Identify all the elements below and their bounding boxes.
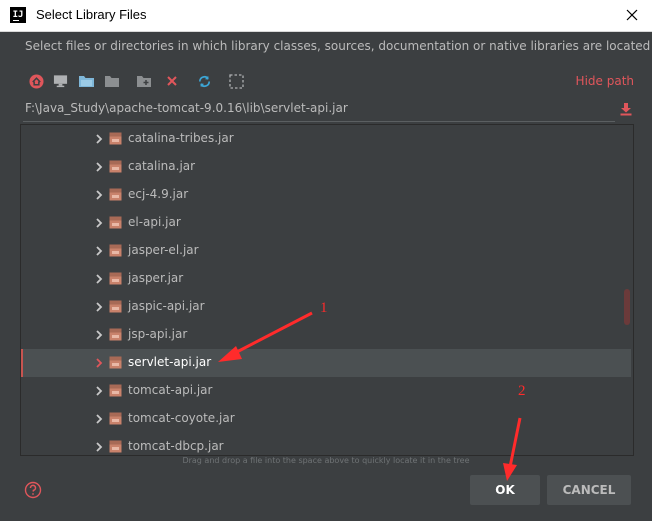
jar-file-icon	[109, 188, 122, 201]
tree-row-label: jasper-el.jar	[128, 243, 199, 257]
tree-row[interactable]: tomcat-coyote.jar	[21, 405, 631, 433]
tree-row[interactable]: catalina.jar	[21, 153, 631, 181]
show-hidden-icon	[228, 73, 244, 89]
tree-row-label: tomcat-api.jar	[128, 383, 213, 397]
intellij-app-icon: IJ	[10, 7, 26, 23]
chevron-right-icon[interactable]	[94, 161, 104, 173]
selection-marker	[21, 349, 23, 377]
tree-row-label: jasper.jar	[128, 271, 184, 285]
tree-row-label: tomcat-dbcp.jar	[128, 439, 224, 453]
chevron-right-icon[interactable]	[94, 133, 104, 145]
refresh-icon	[198, 75, 210, 87]
tree-row[interactable]: servlet-api.jar	[21, 349, 631, 377]
tree-row-label: jaspic-api.jar	[128, 299, 205, 313]
title-bar: IJ Select Library Files	[0, 0, 652, 32]
jar-file-icon	[109, 384, 122, 397]
tree-row-label: jsp-api.jar	[128, 327, 188, 341]
new-folder-button[interactable]	[135, 72, 153, 90]
chevron-right-icon[interactable]	[94, 441, 104, 453]
jar-file-icon	[109, 132, 122, 145]
annotation-label-2: 2	[518, 383, 526, 399]
tree-row-label: servlet-api.jar	[128, 355, 212, 369]
tree-row[interactable]: tomcat-api.jar	[21, 377, 631, 405]
dialog-description: Select files or directories in which lib…	[25, 39, 651, 53]
jar-file-icon	[109, 272, 122, 285]
tree-row[interactable]: tomcat-dbcp.jar	[21, 433, 631, 455]
path-input-underline	[23, 121, 615, 122]
jar-file-icon	[109, 160, 122, 173]
help-icon	[24, 481, 42, 499]
cancel-button[interactable]: CANCEL	[547, 475, 631, 505]
refresh-button[interactable]	[195, 72, 213, 90]
new-folder-icon	[137, 76, 151, 87]
chevron-right-icon[interactable]	[94, 301, 104, 313]
tree-row[interactable]: jasper.jar	[21, 265, 631, 293]
file-tree[interactable]: catalina-tribes.jar catalina.jar ecj-4.9.j…	[20, 124, 634, 456]
download-icon	[620, 103, 632, 116]
tree-row[interactable]: jasper-el.jar	[21, 237, 631, 265]
chevron-right-icon[interactable]	[94, 245, 104, 257]
close-button[interactable]	[622, 5, 642, 25]
home-button[interactable]	[27, 72, 45, 90]
delete-icon	[167, 76, 177, 86]
annotation-label-1: 1	[320, 300, 328, 316]
jar-file-icon	[109, 216, 122, 229]
home-icon	[28, 73, 44, 89]
chevron-right-icon[interactable]	[94, 273, 104, 285]
path-field-row: F:\Java_Study\apache-tomcat-9.0.16\lib\s…	[23, 97, 635, 123]
tree-row[interactable]: ecj-4.9.jar	[21, 181, 631, 209]
desktop-icon	[53, 75, 67, 88]
tree-row[interactable]: catalina-tribes.jar	[21, 125, 631, 153]
tree-row-label: tomcat-coyote.jar	[128, 411, 235, 425]
jar-file-icon	[109, 328, 122, 341]
jar-file-icon	[109, 440, 122, 453]
jar-file-icon	[109, 300, 122, 313]
jar-file-icon	[109, 356, 122, 369]
project-directory-button[interactable]	[77, 72, 95, 90]
tree-row-label: catalina.jar	[128, 159, 196, 173]
tree-row[interactable]: el-api.jar	[21, 209, 631, 237]
desktop-button[interactable]	[51, 72, 69, 90]
hide-path-link[interactable]: Hide path	[576, 74, 634, 88]
ok-button[interactable]: OK	[470, 475, 540, 505]
show-hidden-files-button[interactable]	[227, 72, 245, 90]
chevron-right-icon[interactable]	[94, 357, 104, 369]
chevron-right-icon[interactable]	[94, 413, 104, 425]
close-icon	[626, 9, 638, 21]
chevron-right-icon[interactable]	[94, 217, 104, 229]
chevron-right-icon[interactable]	[94, 329, 104, 341]
window-title: Select Library Files	[36, 7, 147, 22]
tree-row-label: ecj-4.9.jar	[128, 187, 189, 201]
chevron-right-icon[interactable]	[94, 189, 104, 201]
path-history-button[interactable]	[619, 101, 633, 116]
tree-row-label: el-api.jar	[128, 215, 181, 229]
project-folder-icon	[78, 76, 94, 87]
chevron-right-icon[interactable]	[94, 385, 104, 397]
jar-file-icon	[109, 412, 122, 425]
delete-button[interactable]	[163, 72, 181, 90]
jar-file-icon	[109, 244, 122, 257]
drag-drop-hint: Drag and drop a file into the space abov…	[182, 456, 470, 465]
tree-row-label: catalina-tribes.jar	[128, 131, 234, 145]
file-chooser-toolbar	[23, 66, 635, 96]
module-directory-button[interactable]	[103, 72, 121, 90]
path-input[interactable]: F:\Java_Study\apache-tomcat-9.0.16\lib\s…	[25, 101, 348, 115]
help-button[interactable]	[24, 481, 42, 499]
module-folder-icon	[105, 76, 119, 87]
tree-row[interactable]: jsp-api.jar	[21, 321, 631, 349]
